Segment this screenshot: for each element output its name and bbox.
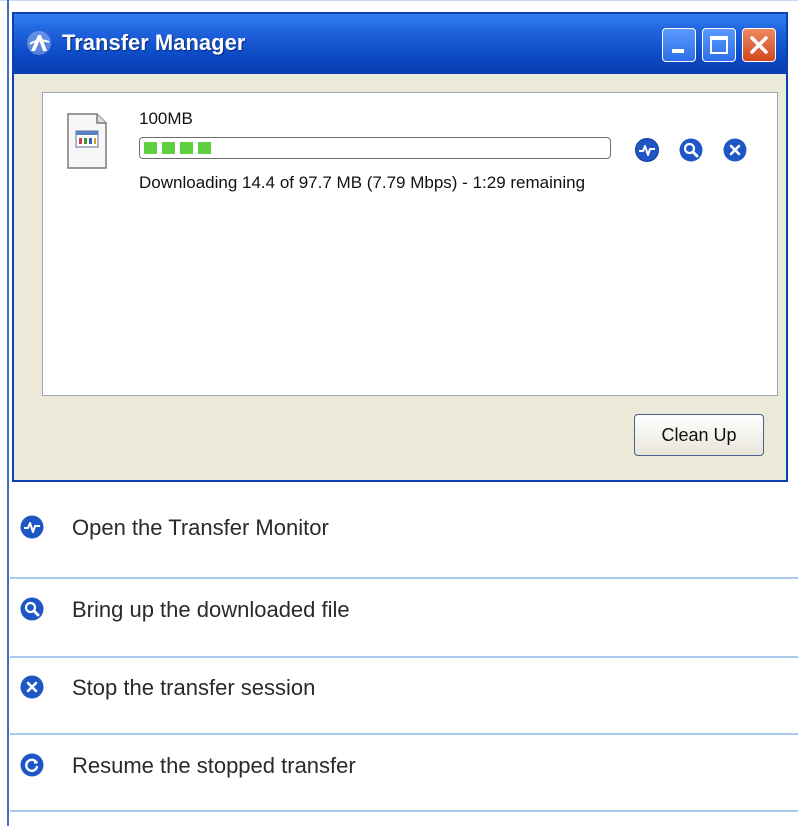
frame-left-border <box>7 0 9 826</box>
transfer-status-text: Downloading 14.4 of 97.7 MB (7.79 Mbps) … <box>139 173 586 192</box>
maximize-icon <box>710 36 728 54</box>
legend-separator <box>10 733 798 735</box>
legend-item-resume: Resume the stopped transfer <box>10 745 798 785</box>
legend-item-stop: Stop the transfer session <box>10 667 798 707</box>
file-name: 100MB <box>139 109 193 128</box>
stop-icon <box>20 675 44 699</box>
legend-separator <box>10 656 798 658</box>
legend-separator <box>10 577 798 579</box>
window-title: Transfer Manager <box>62 30 246 55</box>
maximize-button[interactable] <box>702 28 736 62</box>
progress-fill <box>144 142 212 154</box>
clean-up-button[interactable]: Clean Up <box>634 414 764 456</box>
open-file-icon[interactable] <box>679 138 703 162</box>
legend-text: Resume the stopped transfer <box>72 753 356 778</box>
stop-icon[interactable] <box>723 138 747 162</box>
legend-text: Bring up the downloaded file <box>72 597 350 622</box>
transfer-list: 100MB Downloading 14.4 of 97.7 MB (7.79 … <box>42 92 778 396</box>
resume-icon <box>20 753 44 777</box>
close-button[interactable] <box>742 28 776 62</box>
transfer-app-icon <box>27 31 51 55</box>
legend-separator <box>10 810 798 812</box>
transfer-monitor-icon[interactable] <box>635 138 659 162</box>
legend-text: Stop the transfer session <box>72 675 316 700</box>
minimize-icon <box>672 49 684 53</box>
legend-item-open-file: Bring up the downloaded file <box>10 589 798 629</box>
legend-item-transfer-monitor: Open the Transfer Monitor <box>10 507 798 547</box>
frame-top-border <box>0 0 798 1</box>
close-icon <box>750 36 768 54</box>
open-file-icon <box>20 597 44 621</box>
title-bar[interactable]: Transfer Manager <box>14 14 786 74</box>
transfer-manager-window: Transfer Manager 100MB Downloading 14.4 … <box>12 12 788 482</box>
file-icon <box>67 113 107 169</box>
minimize-button[interactable] <box>662 28 696 62</box>
download-progress-bar <box>139 137 611 159</box>
legend-text: Open the Transfer Monitor <box>72 515 329 540</box>
transfer-monitor-icon <box>20 515 44 539</box>
